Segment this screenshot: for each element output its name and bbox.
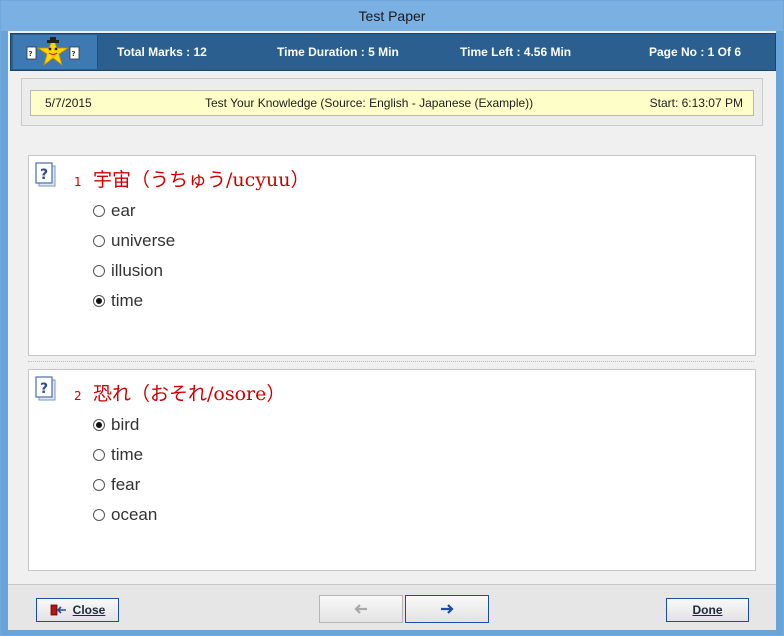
- question-divider: [28, 361, 754, 362]
- logo-star-icon: ? ?: [26, 36, 80, 67]
- radio-button[interactable]: [93, 449, 105, 461]
- test-date: 5/7/2015: [45, 96, 92, 110]
- option-universe[interactable]: universe: [93, 231, 175, 251]
- total-marks: Total Marks : 12: [117, 45, 207, 59]
- time-left: Time Left : 4.56 Min: [460, 45, 572, 59]
- previous-button[interactable]: [319, 595, 403, 623]
- option-illusion[interactable]: illusion: [93, 261, 163, 281]
- svg-text:?: ?: [40, 167, 48, 183]
- logo: ? ?: [13, 35, 98, 69]
- option-label: time: [111, 445, 144, 464]
- time-duration: Time Duration : 5 Min: [277, 45, 399, 59]
- option-time[interactable]: time: [93, 445, 143, 465]
- next-button[interactable]: [405, 595, 489, 623]
- option-time[interactable]: time: [93, 291, 143, 311]
- radio-button[interactable]: [93, 205, 105, 217]
- close-door-icon: [50, 604, 66, 616]
- client-area: ? ? Total Marks : 12 Time Duration : 5 M…: [8, 31, 776, 630]
- window-title: Test Paper: [358, 8, 426, 24]
- question-text: 恐れ（おそれ/osore）: [93, 383, 286, 405]
- option-label: universe: [111, 231, 176, 250]
- question-panel-2: ? 2 恐れ（おそれ/osore） bird time fear ocean: [28, 369, 756, 571]
- title-bar: Test Paper: [1, 1, 783, 31]
- radio-button[interactable]: [93, 265, 105, 277]
- option-fear[interactable]: fear: [93, 475, 140, 495]
- arrow-right-icon: [441, 604, 454, 614]
- footer-bar: Close Done: [8, 584, 776, 630]
- question-panel-1: ? 1 宇宙（うちゅう/ucyuu） ear universe illusion…: [28, 155, 756, 356]
- radio-button-selected[interactable]: [93, 419, 105, 431]
- info-bar: ? ? Total Marks : 12 Time Duration : 5 M…: [10, 33, 776, 71]
- done-button[interactable]: Done: [666, 598, 749, 622]
- svg-text:?: ?: [29, 50, 33, 58]
- radio-button[interactable]: [93, 509, 105, 521]
- test-paper-window: Test Paper ? ? Total Marks : 12 Time Dur…: [0, 0, 784, 636]
- question-icon: ?: [35, 376, 56, 401]
- test-title: Test Your Knowledge (Source: English - J…: [205, 96, 534, 110]
- start-time: Start: 6:13:07 PM: [649, 96, 743, 110]
- option-label: ocean: [111, 505, 158, 524]
- radio-button[interactable]: [93, 479, 105, 491]
- radio-button-selected[interactable]: [93, 295, 105, 307]
- question-number: 1: [74, 175, 82, 189]
- radio-button[interactable]: [93, 235, 105, 247]
- option-label: illusion: [111, 261, 163, 280]
- date-bar-inner: 5/7/2015 Test Your Knowledge (Source: En…: [30, 90, 754, 116]
- date-bar: 5/7/2015 Test Your Knowledge (Source: En…: [21, 78, 763, 126]
- option-ocean[interactable]: ocean: [93, 505, 157, 525]
- question-number: 2: [74, 389, 82, 403]
- question-icon: ?: [35, 162, 56, 187]
- option-label: ear: [111, 201, 136, 220]
- option-label: time: [111, 291, 144, 310]
- question-text: 宇宙（うちゅう/ucyuu）: [93, 169, 310, 191]
- close-button[interactable]: Close: [36, 598, 119, 622]
- close-label: Close: [72, 603, 106, 617]
- done-label: Done: [692, 603, 723, 617]
- arrow-left-icon: [354, 604, 367, 614]
- option-label: fear: [111, 475, 141, 494]
- svg-text:?: ?: [40, 381, 48, 397]
- option-label: bird: [111, 415, 140, 434]
- option-bird[interactable]: bird: [93, 415, 139, 435]
- svg-text:?: ?: [72, 50, 76, 58]
- option-ear[interactable]: ear: [93, 201, 136, 221]
- page-number: Page No : 1 Of 6: [649, 45, 742, 59]
